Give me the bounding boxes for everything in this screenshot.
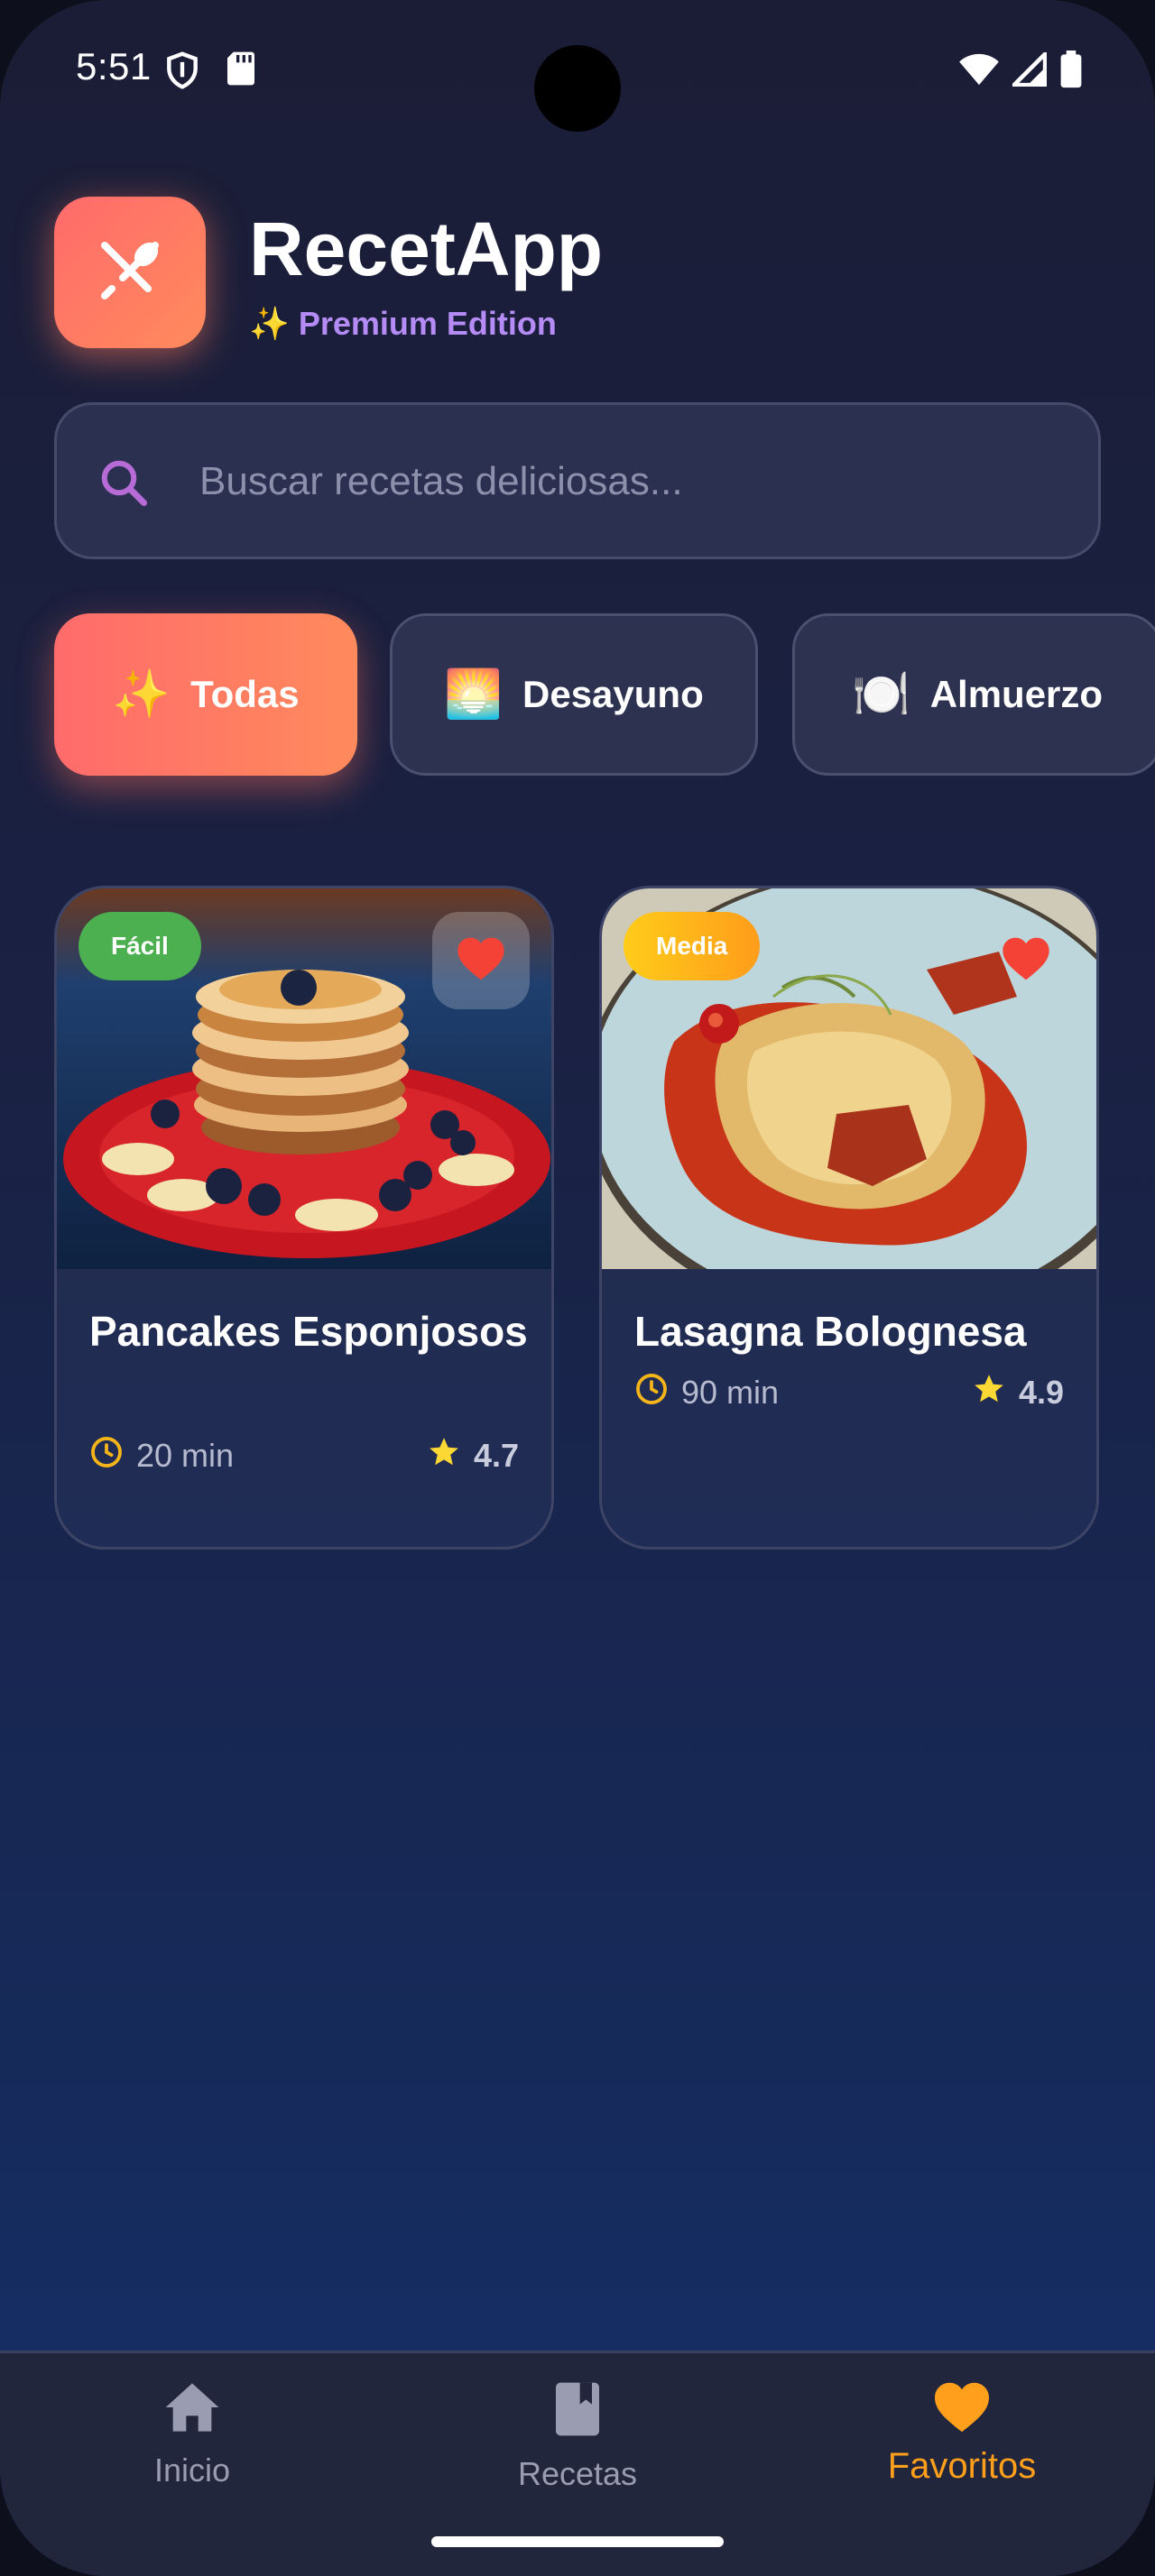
chip-label: Almuerzo <box>929 673 1104 715</box>
status-bar: 5:51 <box>0 0 1155 135</box>
recipe-time: 90 min <box>634 1372 779 1414</box>
app-logo <box>54 197 206 348</box>
plate-cutlery-icon: 🍽️ <box>851 667 910 722</box>
app-subtitle: ✨ Premium Edition <box>249 305 557 342</box>
sd-card-icon <box>226 51 256 91</box>
utensils-icon <box>94 235 166 311</box>
battery-icon <box>1059 51 1083 93</box>
favorite-button[interactable] <box>432 912 530 1009</box>
recipe-card-lasagna[interactable]: Media Lasagna Bolognesa 90 min 4.9 <box>599 886 1099 1550</box>
status-right-icons <box>958 49 1083 93</box>
camera-cutout <box>534 45 621 132</box>
book-icon <box>553 2380 602 2443</box>
wifi-icon <box>958 52 1000 91</box>
app-screen: 5:51 RecetApp ✨ Premium Edition Buscar r… <box>0 0 1155 2576</box>
favorite-button[interactable] <box>977 912 1075 1009</box>
clock-icon <box>89 1435 124 1477</box>
recipe-title: Pancakes Esponjosos <box>89 1308 528 1355</box>
home-indicator[interactable] <box>431 2536 724 2547</box>
heart-icon <box>932 2380 992 2439</box>
nav-item-recetas[interactable]: Recetas <box>442 2380 713 2493</box>
heart-icon <box>456 935 506 987</box>
status-time: 5:51 <box>76 45 152 87</box>
recipe-card-pancakes[interactable]: Fácil Pancakes Esponjosos 20 min 4.7 <box>54 886 554 1550</box>
category-chip-todas[interactable]: ✨ Todas <box>54 613 357 776</box>
recipe-time-text: 20 min <box>136 1437 235 1474</box>
category-chip-almuerzo[interactable]: 🍽️ Almuerzo <box>792 613 1155 776</box>
recipe-meta: 20 min 4.7 <box>89 1433 519 1478</box>
shield-icon <box>162 51 202 95</box>
search-input[interactable] <box>199 441 1057 522</box>
search-bar[interactable] <box>54 402 1101 559</box>
recipe-rating: 4.7 <box>427 1435 519 1477</box>
recipe-rating-text: 4.9 <box>1018 1374 1064 1411</box>
recipe-rating-text: 4.7 <box>473 1437 519 1474</box>
sparkles-icon: ✨ <box>112 667 171 722</box>
nav-label-recetas: Recetas <box>517 2455 638 2492</box>
nav-label-inicio: Inicio <box>153 2452 231 2489</box>
recipe-time: 20 min <box>89 1435 234 1477</box>
nav-item-favoritos[interactable]: Favoritos <box>827 2380 1097 2487</box>
app-title: RecetApp <box>249 207 604 291</box>
difficulty-badge: Media <box>624 912 761 980</box>
signal-icon <box>1009 49 1048 91</box>
sunrise-icon: 🌅 <box>444 667 503 722</box>
difficulty-badge: Fácil <box>79 912 201 980</box>
nav-item-inicio[interactable]: Inicio <box>57 2380 328 2489</box>
recipe-title: Lasagna Bolognesa <box>634 1308 1027 1355</box>
nav-label-favoritos: Favoritos <box>887 2446 1037 2486</box>
recipe-rating: 4.9 <box>972 1372 1064 1414</box>
home-icon <box>163 2380 221 2439</box>
recipe-time-text: 90 min <box>681 1374 780 1411</box>
star-icon <box>427 1435 461 1477</box>
search-icon <box>97 455 151 514</box>
category-chip-desayuno[interactable]: 🌅 Desayuno <box>390 613 758 776</box>
recipe-meta: 90 min 4.9 <box>634 1370 1064 1415</box>
heart-icon <box>1001 935 1051 987</box>
clock-icon <box>634 1372 669 1414</box>
chip-label: Desayuno <box>522 673 704 715</box>
chip-label: Todas <box>190 673 300 715</box>
star-icon <box>972 1372 1006 1414</box>
